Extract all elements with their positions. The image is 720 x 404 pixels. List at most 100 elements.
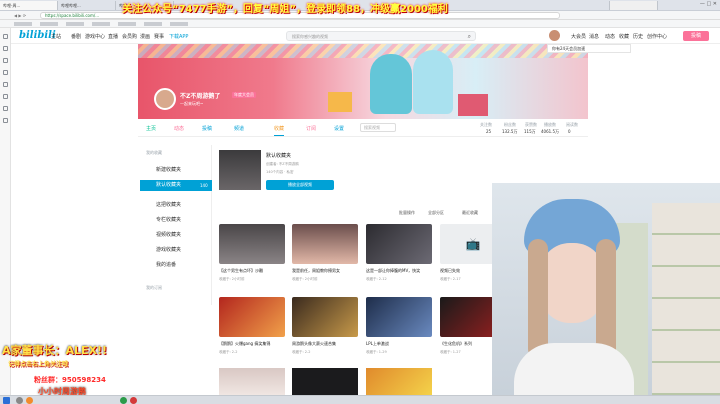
browser-tab[interactable] [560, 1, 610, 10]
sidebar-item-folder[interactable]: 专栏收藏夹 [140, 215, 212, 226]
game-icon[interactable] [3, 94, 8, 99]
video-title[interactable]: LPL上单激战 [366, 341, 432, 347]
video-title[interactable]: 周游鹅头像大赛火速合集 [292, 341, 358, 347]
folder-count: 140个内容 · 私密 [266, 170, 294, 174]
nav-history[interactable]: 历史 [633, 33, 643, 40]
nav-item-anime[interactable]: 番剧 [71, 33, 81, 40]
folder-title: 默认收藏夹 [266, 153, 292, 159]
avatar[interactable] [549, 30, 560, 41]
tab-home[interactable]: 主页 [146, 125, 156, 132]
tab-channels[interactable]: 频道 [234, 125, 244, 132]
upload-button[interactable]: 投稿 [683, 31, 709, 41]
nav-item-live[interactable]: 直播 [108, 33, 118, 40]
video-meta: 收藏于: 2-2 [292, 350, 311, 354]
download-icon[interactable] [3, 58, 8, 63]
bookmark-bar [0, 20, 720, 28]
video-thumbnail[interactable] [366, 224, 432, 264]
webcam-shelf [652, 203, 720, 403]
video-card[interactable]: 我是前任，周姐教你撩男女 收藏于: 2小时前 [292, 224, 358, 282]
video-card[interactable]: 【这个男生有点坏】沙雕 收藏于: 2小时前 [219, 224, 285, 282]
promo-banner-text: 关注公众号“7477手游”，回复“周姐”，登录即领88，冲级赢2000福利 [122, 4, 448, 15]
folder-cover[interactable] [219, 150, 261, 190]
profile-avatar[interactable] [154, 88, 176, 110]
webcam-feed [492, 183, 720, 404]
tools-icon[interactable] [3, 106, 8, 111]
sidebar-item-new-folder[interactable]: 新建收藏夹 [140, 165, 212, 176]
my-favorites-header: 我的收藏 [146, 150, 162, 155]
nav-vip[interactable]: 大会员 [571, 33, 586, 40]
batch-ops[interactable]: 批量操作 [399, 210, 415, 216]
video-thumbnail[interactable] [366, 368, 432, 395]
video-card[interactable]: 这是一部让你捧腹的MV，快笑 收藏于: 2-12 [366, 224, 432, 282]
nav-item-game[interactable]: 游戏中心 [85, 33, 105, 40]
video-title[interactable]: 【鹅鹅】火爆gang 搞笑集锦 [219, 341, 285, 347]
banner-gift [328, 92, 352, 112]
tab-settings[interactable]: 设置 [334, 125, 344, 132]
nav-message[interactable]: 消息 [589, 33, 599, 40]
nav-dynamic[interactable]: 动态 [605, 33, 615, 40]
video-card[interactable]: LPL上单激战 收藏于: 1-29 [366, 297, 432, 355]
video-thumbnail[interactable] [292, 368, 358, 395]
sort-select[interactable]: 最近收藏 [462, 210, 478, 216]
banner-gift [458, 94, 488, 116]
app-icon[interactable] [120, 397, 127, 404]
video-thumbnail[interactable] [219, 368, 285, 395]
nav-item-esports[interactable]: 赛事 [154, 33, 164, 40]
sidebar-item-folder[interactable]: 视频收藏夹 [140, 230, 212, 241]
search-icon[interactable]: ⌕ [468, 33, 471, 41]
banner-character-right [413, 50, 453, 114]
video-thumbnail[interactable] [219, 224, 285, 264]
video-thumbnail[interactable] [366, 297, 432, 337]
video-card[interactable]: 周游鹅头像大赛火速合集 收藏于: 2-2 [292, 297, 358, 355]
video-thumbnail[interactable] [292, 297, 358, 337]
nav-creator[interactable]: 创作中心 [647, 33, 667, 40]
video-title[interactable]: 我是前任，周姐教你撩男女 [292, 268, 358, 274]
sidebar-item-folder[interactable]: 游戏收藏夹 [140, 245, 212, 256]
back-forward-icons[interactable]: ◀ ▶ ⟳ [14, 13, 26, 18]
sidebar-item-bangumi[interactable]: 我的追番 [140, 260, 212, 271]
video-card[interactable]: 【鹅鹅】火爆gang 搞笑集锦 收藏于: 2-2 [219, 297, 285, 355]
video-meta: 收藏于: 1-29 [366, 350, 387, 354]
nav-item-download[interactable]: 下载APP [169, 33, 188, 40]
cart-icon[interactable] [3, 118, 8, 123]
profile-sign: 一起来玩吧~ [180, 101, 204, 106]
browser-tab[interactable]: 哔哩哔哩... [58, 1, 116, 10]
nav-item-main[interactable]: 主站 [51, 33, 61, 40]
app-icon[interactable] [130, 397, 137, 404]
nav-item-manga[interactable]: 漫画 [140, 33, 150, 40]
search-box[interactable]: 搜索你感兴趣的视频 ⌕ [286, 31, 476, 41]
video-title[interactable]: 【这个男生有点坏】沙雕 [219, 268, 285, 274]
video-meta: 收藏于: 2-12 [366, 277, 387, 281]
window-controls[interactable]: — □ ✕ [700, 1, 717, 7]
nav-favorites[interactable]: 收藏 [619, 33, 629, 40]
nav-item-mall[interactable]: 会员购 [122, 33, 137, 40]
play-all-button[interactable]: 播放全部视频 [266, 180, 334, 190]
search-input[interactable]: 搜索你感兴趣的视频 [292, 34, 328, 40]
app-icon[interactable] [16, 397, 23, 404]
tab-uploads[interactable]: 投稿 [202, 125, 212, 132]
history-icon[interactable] [3, 46, 8, 51]
tab-subscribe[interactable]: 订阅 [306, 125, 316, 132]
stat-label: 获赞数 [525, 122, 537, 127]
sidebar-item-folder[interactable]: 这把收藏夹 [140, 200, 212, 211]
browser-tab[interactable] [610, 1, 658, 10]
video-title[interactable]: 这是一部让你捧腹的MV，快笑 [366, 268, 432, 274]
favorites-icon[interactable] [3, 34, 8, 39]
stat-label: 阅读数 [566, 122, 578, 127]
bookmark-items[interactable] [14, 22, 194, 26]
tab-favorites[interactable]: 收藏 [274, 125, 285, 136]
notes-icon[interactable] [3, 70, 8, 75]
app-icon[interactable] [26, 397, 33, 404]
browser-tab[interactable]: 哔哩-周... [0, 1, 58, 10]
partition-filter[interactable]: 全部分区 [428, 210, 444, 216]
webcam-hair [528, 239, 548, 359]
mail-icon[interactable] [3, 82, 8, 87]
video-thumbnail[interactable] [292, 224, 358, 264]
family-head-text: A家董事长：ALEX!! [2, 344, 108, 357]
start-icon[interactable] [3, 397, 10, 404]
stat-value: 132.5万 [502, 129, 518, 134]
tab-dynamic[interactable]: 动态 [174, 125, 184, 132]
video-thumbnail[interactable] [219, 297, 285, 337]
bilibili-nav: bilibili 主站 番剧 游戏中心 直播 会员购 漫画 赛事 下载APP 搜… [11, 28, 720, 53]
profile-search-input[interactable]: 搜索视频 [360, 123, 396, 132]
